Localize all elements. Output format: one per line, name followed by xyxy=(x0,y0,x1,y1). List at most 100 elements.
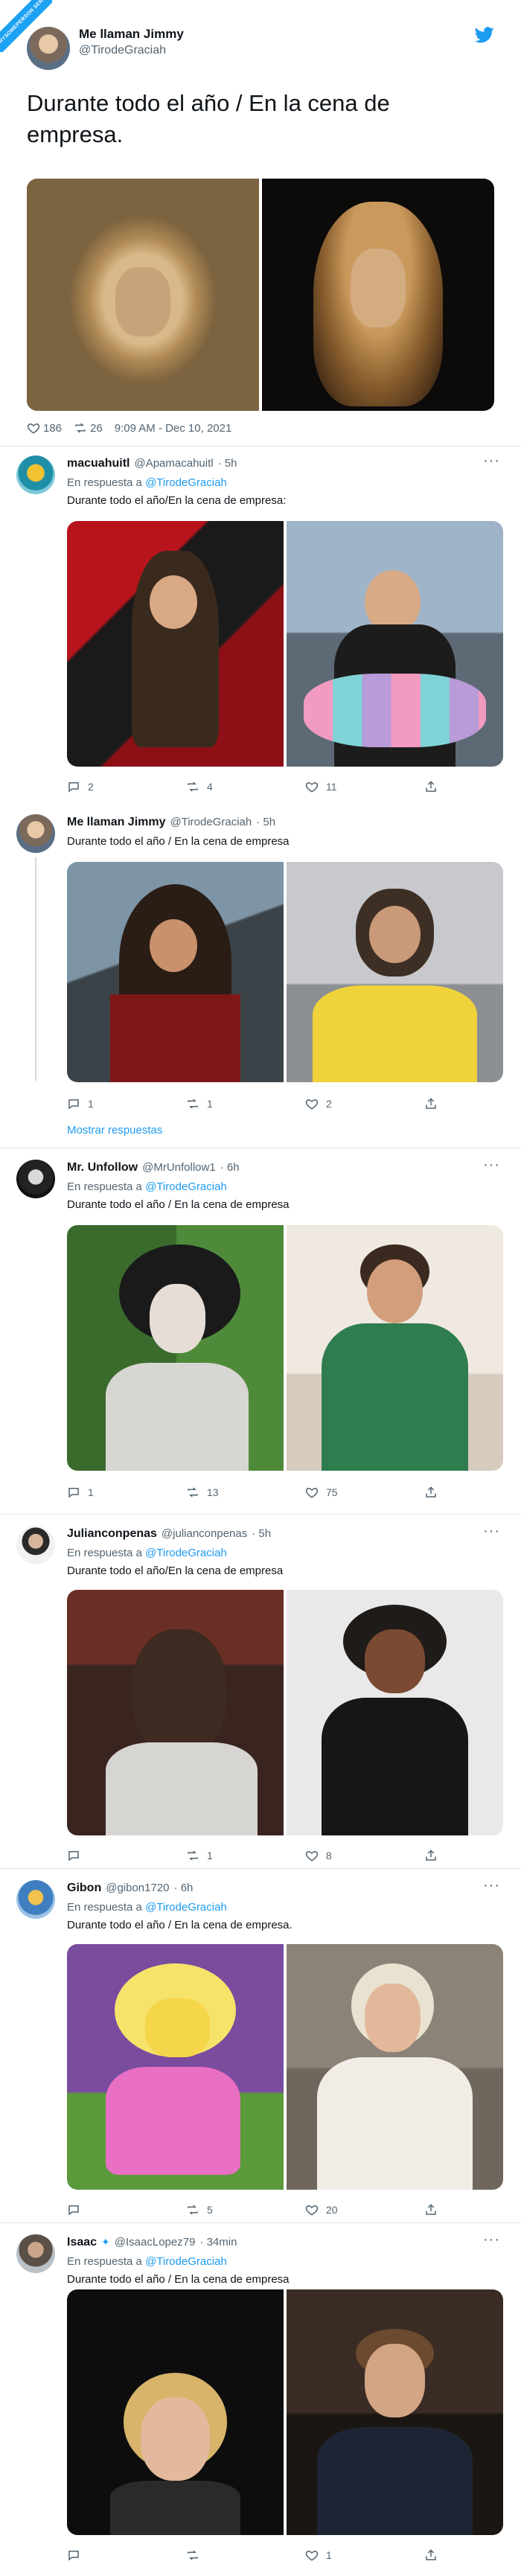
reply-photo-right[interactable] xyxy=(287,521,503,767)
retweet-button[interactable]: 4 xyxy=(186,780,305,793)
heart-icon[interactable] xyxy=(305,780,319,793)
author-name[interactable]: macuahuitl xyxy=(67,457,130,470)
avatar[interactable] xyxy=(16,1880,55,1919)
reply-photo-right[interactable] xyxy=(287,1590,503,1835)
share-icon[interactable] xyxy=(424,2548,438,2562)
avatar[interactable] xyxy=(16,814,55,853)
comment-icon[interactable] xyxy=(67,1849,80,1862)
reply-button[interactable]: 2 xyxy=(67,780,186,793)
reply-photo-left[interactable] xyxy=(67,1590,284,1835)
more-options-icon[interactable]: ··· xyxy=(483,453,500,470)
author-handle[interactable]: @gibon1720 xyxy=(106,1882,169,1894)
heart-icon[interactable] xyxy=(305,1849,319,1862)
avatar[interactable] xyxy=(16,2234,55,2273)
reply-media[interactable] xyxy=(67,1225,503,1471)
share-button[interactable] xyxy=(424,1486,521,1499)
avatar[interactable] xyxy=(16,1526,55,1565)
reply-button[interactable]: 1 xyxy=(67,1486,186,1499)
reply-photo-right[interactable] xyxy=(287,2289,503,2535)
reply-time[interactable]: · 6h xyxy=(174,1882,194,1894)
reply-photo-right[interactable] xyxy=(287,1944,503,2190)
author-handle[interactable]: @julianconpenas xyxy=(162,1527,247,1540)
avatar[interactable] xyxy=(16,456,55,494)
reply-button[interactable] xyxy=(67,2203,186,2217)
reply-media[interactable] xyxy=(67,862,503,1082)
reply-time[interactable]: · 5h xyxy=(256,816,275,828)
like-button[interactable]: 8 xyxy=(305,1849,424,1862)
avatar[interactable] xyxy=(16,1160,55,1198)
comment-icon[interactable] xyxy=(67,2548,80,2562)
author-name[interactable]: Mr. Unfollow xyxy=(67,1161,138,1174)
reply-button[interactable] xyxy=(67,1849,186,1862)
share-button[interactable] xyxy=(424,2203,521,2217)
share-icon[interactable] xyxy=(424,1849,438,1862)
like-button[interactable]: 11 xyxy=(305,780,424,793)
reply-to-link[interactable]: @TirodeGraciah xyxy=(145,2255,227,2268)
more-options-icon[interactable]: ··· xyxy=(483,1523,500,1540)
show-replies-link[interactable]: Mostrar respuestas xyxy=(67,1124,162,1137)
retweet-button[interactable] xyxy=(186,2548,305,2562)
comment-icon[interactable] xyxy=(67,1097,80,1110)
like-button[interactable]: 75 xyxy=(305,1486,424,1499)
more-options-icon[interactable]: ··· xyxy=(483,2231,500,2249)
retweet-icon[interactable] xyxy=(186,2203,199,2217)
comment-icon[interactable] xyxy=(67,1486,80,1499)
retweet-icon[interactable] xyxy=(74,421,87,435)
more-options-icon[interactable]: ··· xyxy=(483,1877,500,1894)
heart-icon[interactable] xyxy=(305,2203,319,2217)
reply-media[interactable] xyxy=(67,2289,503,2535)
twitter-bird-icon[interactable] xyxy=(475,27,494,43)
tweet-media[interactable] xyxy=(27,179,494,411)
reply-button[interactable] xyxy=(67,2548,186,2562)
retweet-button[interactable]: 1 xyxy=(186,1097,305,1110)
more-options-icon[interactable]: ··· xyxy=(483,1157,500,1174)
reply-to-link[interactable]: @TirodeGraciah xyxy=(145,476,227,489)
reply-to-link[interactable]: @TirodeGraciah xyxy=(145,1547,227,1559)
comment-icon[interactable] xyxy=(67,780,80,793)
reply-photo-left[interactable] xyxy=(67,862,284,1082)
retweet-count[interactable]: 26 xyxy=(74,421,103,435)
like-count[interactable]: 186 xyxy=(27,421,62,435)
retweet-icon[interactable] xyxy=(186,2548,199,2562)
author-handle[interactable]: @TirodeGraciah xyxy=(79,44,184,57)
retweet-button[interactable]: 1 xyxy=(186,1849,305,1862)
reply-photo-left[interactable] xyxy=(67,1944,284,2190)
retweet-button[interactable]: 5 xyxy=(186,2203,305,2217)
reply-photo-left[interactable] xyxy=(67,2289,284,2535)
retweet-icon[interactable] xyxy=(186,1097,199,1110)
share-button[interactable] xyxy=(424,2548,521,2562)
reply-photo-right[interactable] xyxy=(287,1225,503,1471)
author-handle[interactable]: @Apamacahuitl xyxy=(134,457,213,470)
reply-time[interactable]: · 5h xyxy=(252,1527,271,1540)
reply-to-link[interactable]: @TirodeGraciah xyxy=(145,1901,227,1914)
author-name[interactable]: Isaac xyxy=(67,2236,97,2249)
reply-button[interactable]: 1 xyxy=(67,1097,186,1110)
share-icon[interactable] xyxy=(424,780,438,793)
retweet-icon[interactable] xyxy=(186,780,199,793)
reply-time[interactable]: · 6h xyxy=(220,1161,240,1174)
like-button[interactable]: 1 xyxy=(305,2548,424,2562)
reply-photo-left[interactable] xyxy=(67,521,284,767)
heart-icon[interactable] xyxy=(305,1486,319,1499)
timestamp[interactable]: 9:09 AM - Dec 10, 2021 xyxy=(115,422,232,435)
retweet-icon[interactable] xyxy=(186,1486,199,1499)
reply-time[interactable]: · 5h xyxy=(218,457,237,470)
lion-photo-left[interactable] xyxy=(27,179,259,411)
heart-icon[interactable] xyxy=(305,2548,319,2562)
author-name[interactable]: Julianconpenas xyxy=(67,1527,157,1541)
reply-photo-right[interactable] xyxy=(287,862,503,1082)
like-button[interactable]: 2 xyxy=(305,1097,424,1110)
retweet-button[interactable]: 13 xyxy=(186,1486,305,1499)
reply-photo-left[interactable] xyxy=(67,1225,284,1471)
reply-time[interactable]: · 34min xyxy=(199,2236,237,2249)
share-button[interactable] xyxy=(424,1849,521,1862)
share-icon[interactable] xyxy=(424,2203,438,2217)
author-handle[interactable]: @TirodeGraciah xyxy=(170,816,252,828)
share-button[interactable] xyxy=(424,780,521,793)
lion-photo-right[interactable] xyxy=(262,179,494,411)
reply-media[interactable] xyxy=(67,521,503,767)
share-icon[interactable] xyxy=(424,1097,438,1110)
reply-media[interactable] xyxy=(67,1590,503,1835)
author-name[interactable]: Gibon xyxy=(67,1882,101,1895)
author-handle[interactable]: @IsaacLopez79 xyxy=(115,2236,196,2249)
